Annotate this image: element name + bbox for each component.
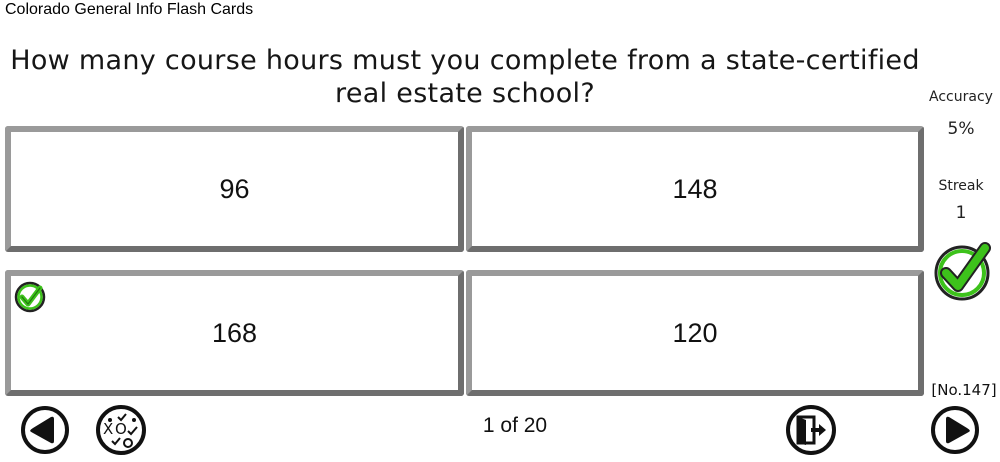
streak-value: 1: [955, 203, 967, 223]
card-number: [No.147]: [931, 381, 997, 399]
answer-label: 120: [672, 317, 718, 348]
accuracy-value: 5%: [947, 119, 975, 139]
next-button[interactable]: [922, 403, 984, 455]
arrow-left-circle-icon: [21, 406, 69, 454]
check-status-icon: [934, 242, 991, 301]
question-text: How many course hours must you complete …: [10, 45, 920, 109]
tic-tac-toe-icon: X O: [96, 405, 146, 455]
quiz-mode-button[interactable]: X O: [90, 403, 152, 455]
svg-text:O: O: [115, 420, 127, 438]
svg-text:X: X: [103, 420, 113, 438]
card-progress: 1 of 20: [482, 414, 548, 437]
streak-label: Streak: [938, 178, 984, 194]
app-title: Colorado General Info Flash Cards: [5, 1, 254, 18]
answer-label: 148: [672, 173, 718, 204]
previous-button[interactable]: [15, 403, 71, 455]
answer-option-4[interactable]: 120: [466, 270, 924, 396]
exit-door-icon: [786, 405, 836, 455]
answer-option-1[interactable]: 96: [5, 126, 464, 252]
green-check-icon: [14, 281, 46, 313]
arrow-right-circle-icon: [931, 406, 979, 454]
answer-label: 96: [219, 173, 250, 204]
answer-option-2[interactable]: 148: [466, 126, 924, 252]
exit-button[interactable]: [780, 403, 842, 455]
answer-label: 168: [211, 317, 258, 348]
accuracy-label: Accuracy: [929, 89, 993, 105]
answer-option-3[interactable]: 168: [5, 270, 464, 396]
